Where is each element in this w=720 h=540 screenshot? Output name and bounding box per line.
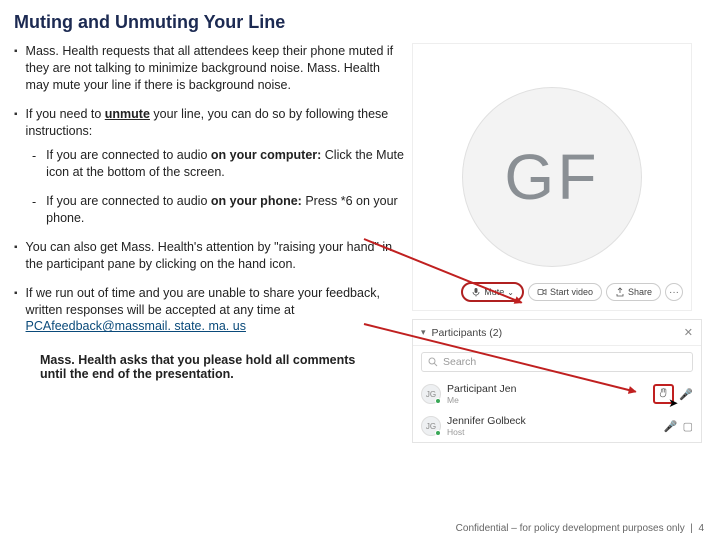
footer: Confidential – for policy development pu… [456,523,704,534]
close-icon[interactable]: ✕ [684,326,693,339]
search-icon [428,357,438,367]
share-icon [615,287,625,297]
subbullet-phone: If you are connected to audio on your ph… [32,193,404,227]
video-status-icon: ▢ [683,420,693,433]
share-button[interactable]: Share [606,283,661,301]
participant-avatar: JG [421,416,441,436]
chevron-down-icon: ⌄ [507,288,514,297]
bullet-raise-hand: You can also get Mass. Health's attentio… [14,239,404,273]
participants-header[interactable]: ▾ Participants (2) ✕ [413,320,701,346]
participant-role: Host [447,427,526,437]
mute-status-icon: 🎤 [664,420,678,433]
participants-panel: ▾ Participants (2) ✕ Search JG Participa… [412,319,702,443]
participant-name: Participant Jen [447,383,516,395]
chevron-down-icon: ▾ [421,327,426,338]
bullet-mute-policy: Mass. Health requests that all attendees… [14,43,404,94]
screenshot-column: GF Mute ⌄ Start video Share ··· [412,43,702,443]
participant-row[interactable]: JG Jennifer Golbeck Host 🎤 ▢ [413,410,701,442]
participant-avatar: JG [421,384,441,404]
page-title: Muting and Unmuting Your Line [0,0,720,39]
raise-hand-button[interactable]: ➤ [653,384,674,404]
participant-name: Jennifer Golbeck [447,415,526,427]
page-number: 4 [698,523,704,534]
video-icon [537,287,547,297]
mute-status-icon: 🎤 [679,388,693,401]
more-button[interactable]: ··· [665,283,683,301]
participant-role: Me [447,395,516,405]
participant-row[interactable]: JG Participant Jen Me ➤ 🎤 [413,378,701,410]
closing-note: Mass. Health asks that you please hold a… [14,347,374,381]
feedback-email-link[interactable]: PCAfeedback@massmail. state. ma. us [26,319,246,333]
bullet-feedback-email: If we run out of time and you are unable… [14,285,404,336]
main-content: Mass. Health requests that all attendees… [0,39,720,443]
avatar: GF [462,87,642,267]
participants-search[interactable]: Search [421,352,693,372]
text-column: Mass. Health requests that all attendees… [14,43,404,443]
video-preview: GF Mute ⌄ Start video Share ··· [412,43,692,311]
cursor-icon: ➤ [668,396,678,410]
mic-icon [471,287,481,297]
subbullet-computer: If you are connected to audio on your co… [32,147,404,181]
start-video-button[interactable]: Start video [528,283,602,301]
bullet-unmute-intro: If you need to unmute your line, you can… [14,106,404,140]
